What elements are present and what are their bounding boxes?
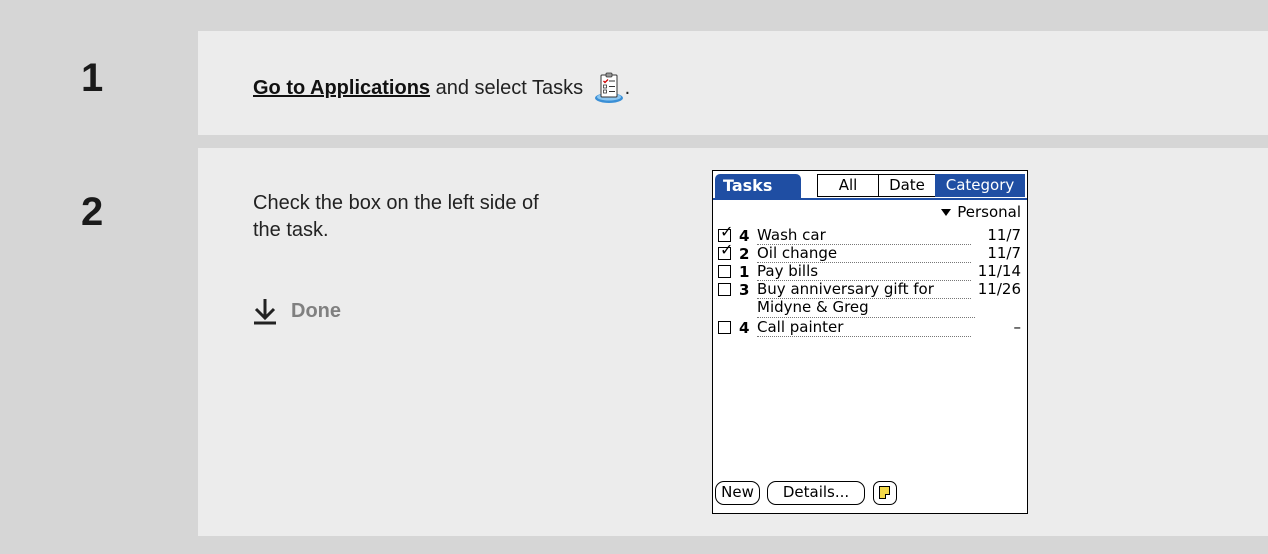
tasks-app-icon xyxy=(593,72,625,104)
task-due-date[interactable]: 11/14 xyxy=(973,263,1021,280)
task-priority: 2 xyxy=(739,245,750,263)
task-priority: 4 xyxy=(739,227,750,245)
step-1-period: . xyxy=(624,77,631,99)
step-body: Go to Applications and select Tasks . xyxy=(198,31,1268,135)
task-checkbox[interactable] xyxy=(718,283,731,296)
tab-all[interactable]: All xyxy=(817,174,879,197)
go-to-applications-link[interactable]: Go to Applications xyxy=(253,77,430,99)
done-indicator: Done xyxy=(253,296,341,326)
title-bar: Tasks All Date Category xyxy=(713,171,1027,200)
task-priority: 1 xyxy=(739,263,750,281)
step-body: Check the box on the left side of the ta… xyxy=(198,148,1268,536)
checkmark-icon: ✓ xyxy=(720,240,734,259)
task-description[interactable]: Pay bills xyxy=(757,263,971,281)
tasks-screen: Tasks All Date Category Personal ✓ 4 Was… xyxy=(712,170,1028,514)
checkmark-icon: ✓ xyxy=(720,222,734,241)
step-1-instruction: Go to Applications and select Tasks . xyxy=(253,72,630,104)
task-due-date[interactable]: 11/7 xyxy=(973,245,1021,262)
tab-date[interactable]: Date xyxy=(878,174,936,197)
done-label: Done xyxy=(291,299,341,322)
step-2: 2 Check the box on the left side of the … xyxy=(36,148,1268,536)
category-label: Personal xyxy=(957,203,1021,221)
details-button[interactable]: Details... xyxy=(767,481,865,505)
step-number: 1 xyxy=(81,56,104,100)
task-checkbox[interactable] xyxy=(718,265,731,278)
step-2-instruction: Check the box on the left side of the ta… xyxy=(253,192,539,241)
task-priority: 3 xyxy=(739,281,750,299)
step-number: 2 xyxy=(81,190,104,234)
category-dropdown[interactable]: Personal xyxy=(941,203,1021,221)
task-description[interactable]: Oil change xyxy=(757,245,971,263)
step-1-text: and select Tasks xyxy=(430,77,589,99)
task-due-date[interactable]: 11/26 xyxy=(973,281,1021,298)
down-arrow-icon xyxy=(254,299,276,325)
task-row: ✓ 2 Oil change 11/7 xyxy=(718,242,1021,263)
note-icon xyxy=(879,486,890,499)
app-title: Tasks xyxy=(715,174,801,198)
tab-category[interactable]: Category xyxy=(935,174,1025,197)
task-due-date[interactable]: 11/7 xyxy=(973,227,1021,244)
task-description[interactable]: Call painter xyxy=(757,319,971,337)
note-button[interactable] xyxy=(873,481,897,505)
task-checkbox[interactable]: ✓ xyxy=(718,242,733,260)
task-due-date[interactable]: – xyxy=(973,319,1022,336)
step-1: 1 Go to Applications and select Tasks . xyxy=(36,31,1268,135)
task-description[interactable]: Wash car xyxy=(757,227,971,245)
step-number-cell: 1 xyxy=(36,31,198,135)
task-row: 1 Pay bills 11/14 xyxy=(718,263,1021,281)
task-description-continued[interactable]: Midyne & Greg xyxy=(757,299,975,318)
task-priority: 4 xyxy=(739,319,750,337)
task-row: 4 Call painter – xyxy=(718,319,1021,337)
task-row: ✓ 4 Wash car 11/7 xyxy=(718,222,1021,245)
task-checkbox[interactable] xyxy=(718,321,731,334)
new-button[interactable]: New xyxy=(715,481,760,505)
step-number-cell: 2 xyxy=(36,148,198,536)
dropdown-triangle-icon xyxy=(941,208,952,216)
task-row: 3 Buy anniversary gift for 11/26 xyxy=(718,281,1021,299)
task-description[interactable]: Buy anniversary gift for xyxy=(757,281,971,299)
